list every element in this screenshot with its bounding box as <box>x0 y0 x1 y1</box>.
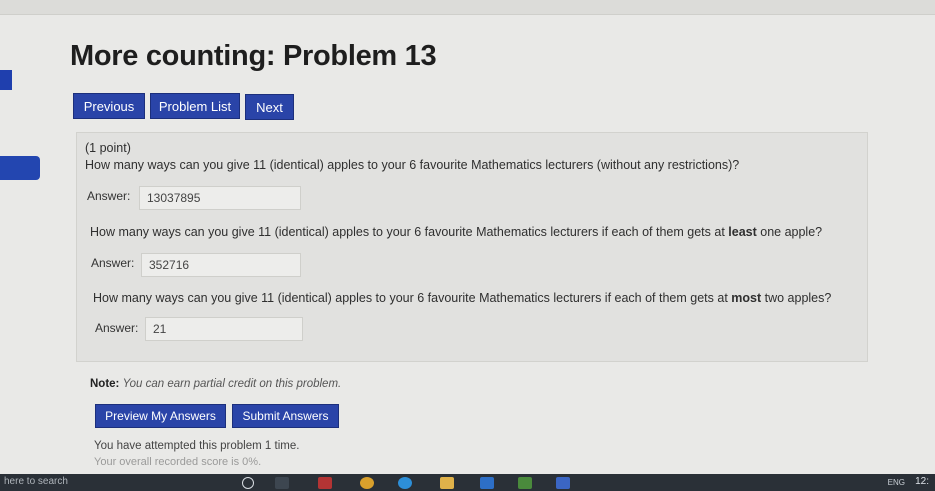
score-status: Your overall recorded score is 0%. <box>94 456 262 468</box>
windows-taskbar: here to search ENG 12: <box>0 474 935 491</box>
sidebar-marker <box>0 70 12 90</box>
clock[interactable]: 12: <box>915 476 929 487</box>
question-3-text: How many ways can you give 11 (identical… <box>93 291 832 305</box>
partial-credit-note: Note: You can earn partial credit on thi… <box>90 378 342 390</box>
next-button[interactable]: Next <box>245 94 294 120</box>
attempts-status: You have attempted this problem 1 time. <box>94 440 300 452</box>
task-view-icon[interactable] <box>275 477 289 489</box>
edge-icon[interactable] <box>398 477 412 489</box>
problem-points: (1 point) <box>85 141 131 155</box>
browser-top-edge <box>0 0 935 15</box>
answer-3-input[interactable]: 21 <box>145 317 303 341</box>
answer-1-input[interactable]: 13037895 <box>139 186 301 210</box>
answer-2-label: Answer: <box>91 256 135 270</box>
mail-icon[interactable] <box>518 477 532 489</box>
answer-3-label: Answer: <box>95 321 139 335</box>
problem-panel: (1 point) How many ways can you give 11 … <box>76 132 868 362</box>
chrome-icon[interactable] <box>360 477 374 489</box>
answer-2-input[interactable]: 352716 <box>141 253 301 277</box>
previous-button[interactable]: Previous <box>73 93 145 119</box>
sidebar-active-item[interactable] <box>0 156 40 180</box>
photos-icon[interactable] <box>556 477 570 489</box>
app-icon[interactable] <box>318 477 332 489</box>
page-title: More counting: Problem 13 <box>70 40 437 72</box>
file-explorer-icon[interactable] <box>440 477 454 489</box>
language-indicator[interactable]: ENG <box>888 478 905 487</box>
store-icon[interactable] <box>480 477 494 489</box>
cortana-icon[interactable] <box>242 477 254 489</box>
submit-answers-button[interactable]: Submit Answers <box>232 404 339 428</box>
preview-answers-button[interactable]: Preview My Answers <box>95 404 226 428</box>
problem-list-button[interactable]: Problem List <box>150 93 240 119</box>
question-2-text: How many ways can you give 11 (identical… <box>90 225 823 239</box>
question-1-text: How many ways can you give 11 (identical… <box>85 158 740 172</box>
answer-1-label: Answer: <box>87 189 131 203</box>
taskbar-search[interactable]: here to search <box>4 476 68 487</box>
